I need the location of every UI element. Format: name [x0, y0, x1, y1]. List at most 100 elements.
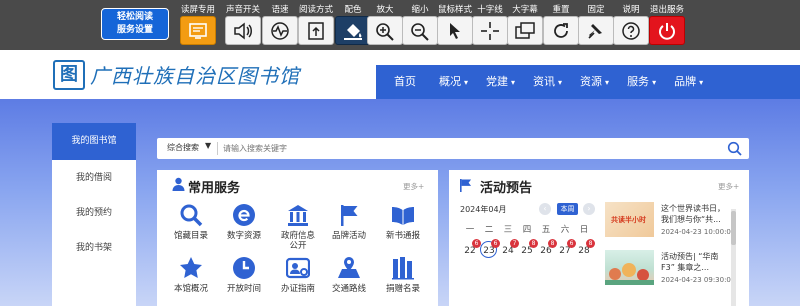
- nav-news[interactable]: 资讯 ▾: [524, 65, 571, 99]
- service-digital-resources[interactable]: 数字资源: [216, 203, 272, 241]
- service-new-books[interactable]: 新书通报: [375, 203, 431, 241]
- service-card-guide[interactable]: 办证指南: [270, 256, 326, 294]
- id-card-icon: [286, 257, 310, 279]
- scrollbar-thumb[interactable]: [731, 211, 736, 245]
- person-icon: [172, 177, 185, 191]
- service-brand-activities[interactable]: 品牌活动: [321, 203, 377, 241]
- sidebar-item-my-library[interactable]: 我的图书馆: [52, 123, 136, 160]
- event-count-badge: 8: [529, 239, 538, 248]
- event-list-scrollbar[interactable]: [731, 209, 736, 306]
- speaker-icon: [234, 21, 252, 40]
- nav-services[interactable]: 服务 ▾: [618, 65, 665, 99]
- service-opening-hours[interactable]: 开放时间: [216, 256, 272, 294]
- services-more-link[interactable]: 更多+: [403, 181, 424, 192]
- nav-party[interactable]: 党建 ▾: [477, 65, 524, 99]
- prev-week-button[interactable]: ‹: [539, 203, 551, 215]
- weekday-label: 六: [560, 225, 570, 235]
- flag-icon: [341, 205, 358, 226]
- paint-bucket-icon: [344, 23, 362, 40]
- weekday-label: 日: [579, 225, 589, 235]
- crosshair-icon: [481, 21, 499, 40]
- screen-reader-icon: [189, 22, 207, 39]
- event-count-badge: 8: [548, 239, 557, 248]
- cursor-icon: [450, 22, 460, 39]
- main-nav: 首页 概况 ▾ 党建 ▾ 资讯 ▾ 资源 ▾ 服务 ▾ 品牌 ▾: [376, 65, 800, 99]
- library-logo-seal[interactable]: 图: [53, 60, 85, 90]
- event-thumbnail[interactable]: [605, 250, 654, 285]
- service-catalog[interactable]: 馆藏目录: [163, 203, 219, 241]
- easy-reading-settings-button[interactable]: 轻松阅读 服务设置: [101, 8, 169, 40]
- chevron-down-icon: ▾: [464, 78, 469, 87]
- service-government-info[interactable]: 政府信息 公开: [270, 203, 326, 251]
- event-count-badge: 7: [510, 239, 519, 248]
- speech-rate-icon: [271, 21, 289, 40]
- open-book-icon: [392, 207, 414, 225]
- next-week-button[interactable]: ›: [583, 203, 595, 215]
- exit-service-button[interactable]: 退出服务: [649, 0, 685, 50]
- this-week-button[interactable]: 本周: [557, 203, 578, 215]
- sidebar-item-my-loans[interactable]: 我的借阅: [52, 161, 136, 195]
- search-icon[interactable]: [727, 141, 742, 156]
- events-title: 活动预告: [480, 181, 533, 196]
- government-building-icon: [288, 205, 308, 226]
- divider: [217, 142, 218, 155]
- reading-mode-icon: [308, 21, 324, 40]
- event-count-badge: 6: [472, 239, 481, 248]
- power-icon: [659, 22, 675, 40]
- help-icon: [622, 21, 640, 40]
- my-library-sidebar: 我的图书馆 我的借阅 我的预约 我的书架: [52, 123, 136, 306]
- search-bar: 综合搜索 ▼: [157, 138, 749, 159]
- search-input[interactable]: [223, 140, 703, 157]
- search-scope-select[interactable]: 综合搜索: [167, 142, 199, 153]
- star-icon: [180, 257, 202, 278]
- weekday-label: 五: [541, 225, 551, 235]
- event-illustration-icon: [605, 263, 654, 285]
- zoom-in-icon: [376, 22, 394, 41]
- clock-icon: [233, 257, 255, 279]
- thumbnail-caption: 共读半小时: [611, 216, 646, 224]
- accessibility-toolbar: 轻松阅读 服务设置 读屏专用 声音开关 语速 阅读方式 配色 放大 缩小 鼠标样…: [0, 0, 800, 50]
- books-icon: [392, 257, 414, 280]
- nav-home[interactable]: 首页: [376, 65, 430, 99]
- chevron-down-icon: ▾: [605, 78, 610, 87]
- chevron-down-icon: ▾: [511, 78, 516, 87]
- events-more-link[interactable]: 更多+: [718, 181, 739, 192]
- weekday-label: 二: [484, 225, 494, 235]
- weekday-label: 一: [465, 225, 475, 235]
- service-donation-list[interactable]: 捐赠名录: [375, 256, 431, 294]
- chevron-down-icon: ▾: [652, 78, 657, 87]
- nav-resources[interactable]: 资源 ▾: [571, 65, 618, 99]
- sidebar-item-my-bookshelf[interactable]: 我的书架: [52, 231, 136, 265]
- weekday-label: 四: [522, 225, 532, 235]
- library-name[interactable]: 广西壮族自治区图书馆: [90, 60, 300, 89]
- reset-icon: [554, 22, 568, 38]
- caption-icon: [515, 21, 535, 39]
- event-count-badge: 6: [567, 239, 576, 248]
- service-library-overview[interactable]: 本馆概况: [163, 256, 219, 294]
- event-title[interactable]: 活动预告| “华南F3” 集章之...: [661, 251, 726, 273]
- search-icon: [180, 204, 203, 227]
- zoom-out-icon: [411, 22, 429, 41]
- chevron-down-icon: ▾: [558, 78, 563, 87]
- sidebar-item-my-reservations[interactable]: 我的预约: [52, 196, 136, 230]
- nav-overview[interactable]: 概况 ▾: [430, 65, 477, 99]
- event-count-badge: 6: [491, 239, 500, 248]
- flag-icon: [460, 179, 472, 192]
- mode-label-line2: 服务设置: [116, 25, 153, 35]
- weekday-label: 三: [503, 225, 513, 235]
- services-title: 常用服务: [188, 181, 241, 196]
- event-count-badge: 8: [586, 239, 595, 248]
- nav-brand[interactable]: 品牌 ▾: [665, 65, 712, 99]
- event-thumbnail[interactable]: 共读半小时: [605, 202, 654, 237]
- e-resource-icon: [233, 204, 255, 226]
- mode-label-line1: 轻松阅读: [116, 12, 153, 22]
- event-date: 2024-04-23 09:30:00: [661, 276, 736, 284]
- event-date: 2024-04-23 10:00:00: [661, 228, 736, 236]
- map-route-icon: [338, 257, 360, 278]
- screen-reader-button[interactable]: 读屏专用: [180, 0, 216, 50]
- service-transport-routes[interactable]: 交通路线: [321, 256, 377, 294]
- chevron-down-icon: ▾: [699, 78, 704, 87]
- event-title[interactable]: 这个世界读书日，我们想与你“共...: [661, 203, 726, 225]
- caret-down-icon[interactable]: ▼: [205, 141, 211, 150]
- pin-icon: [588, 23, 602, 39]
